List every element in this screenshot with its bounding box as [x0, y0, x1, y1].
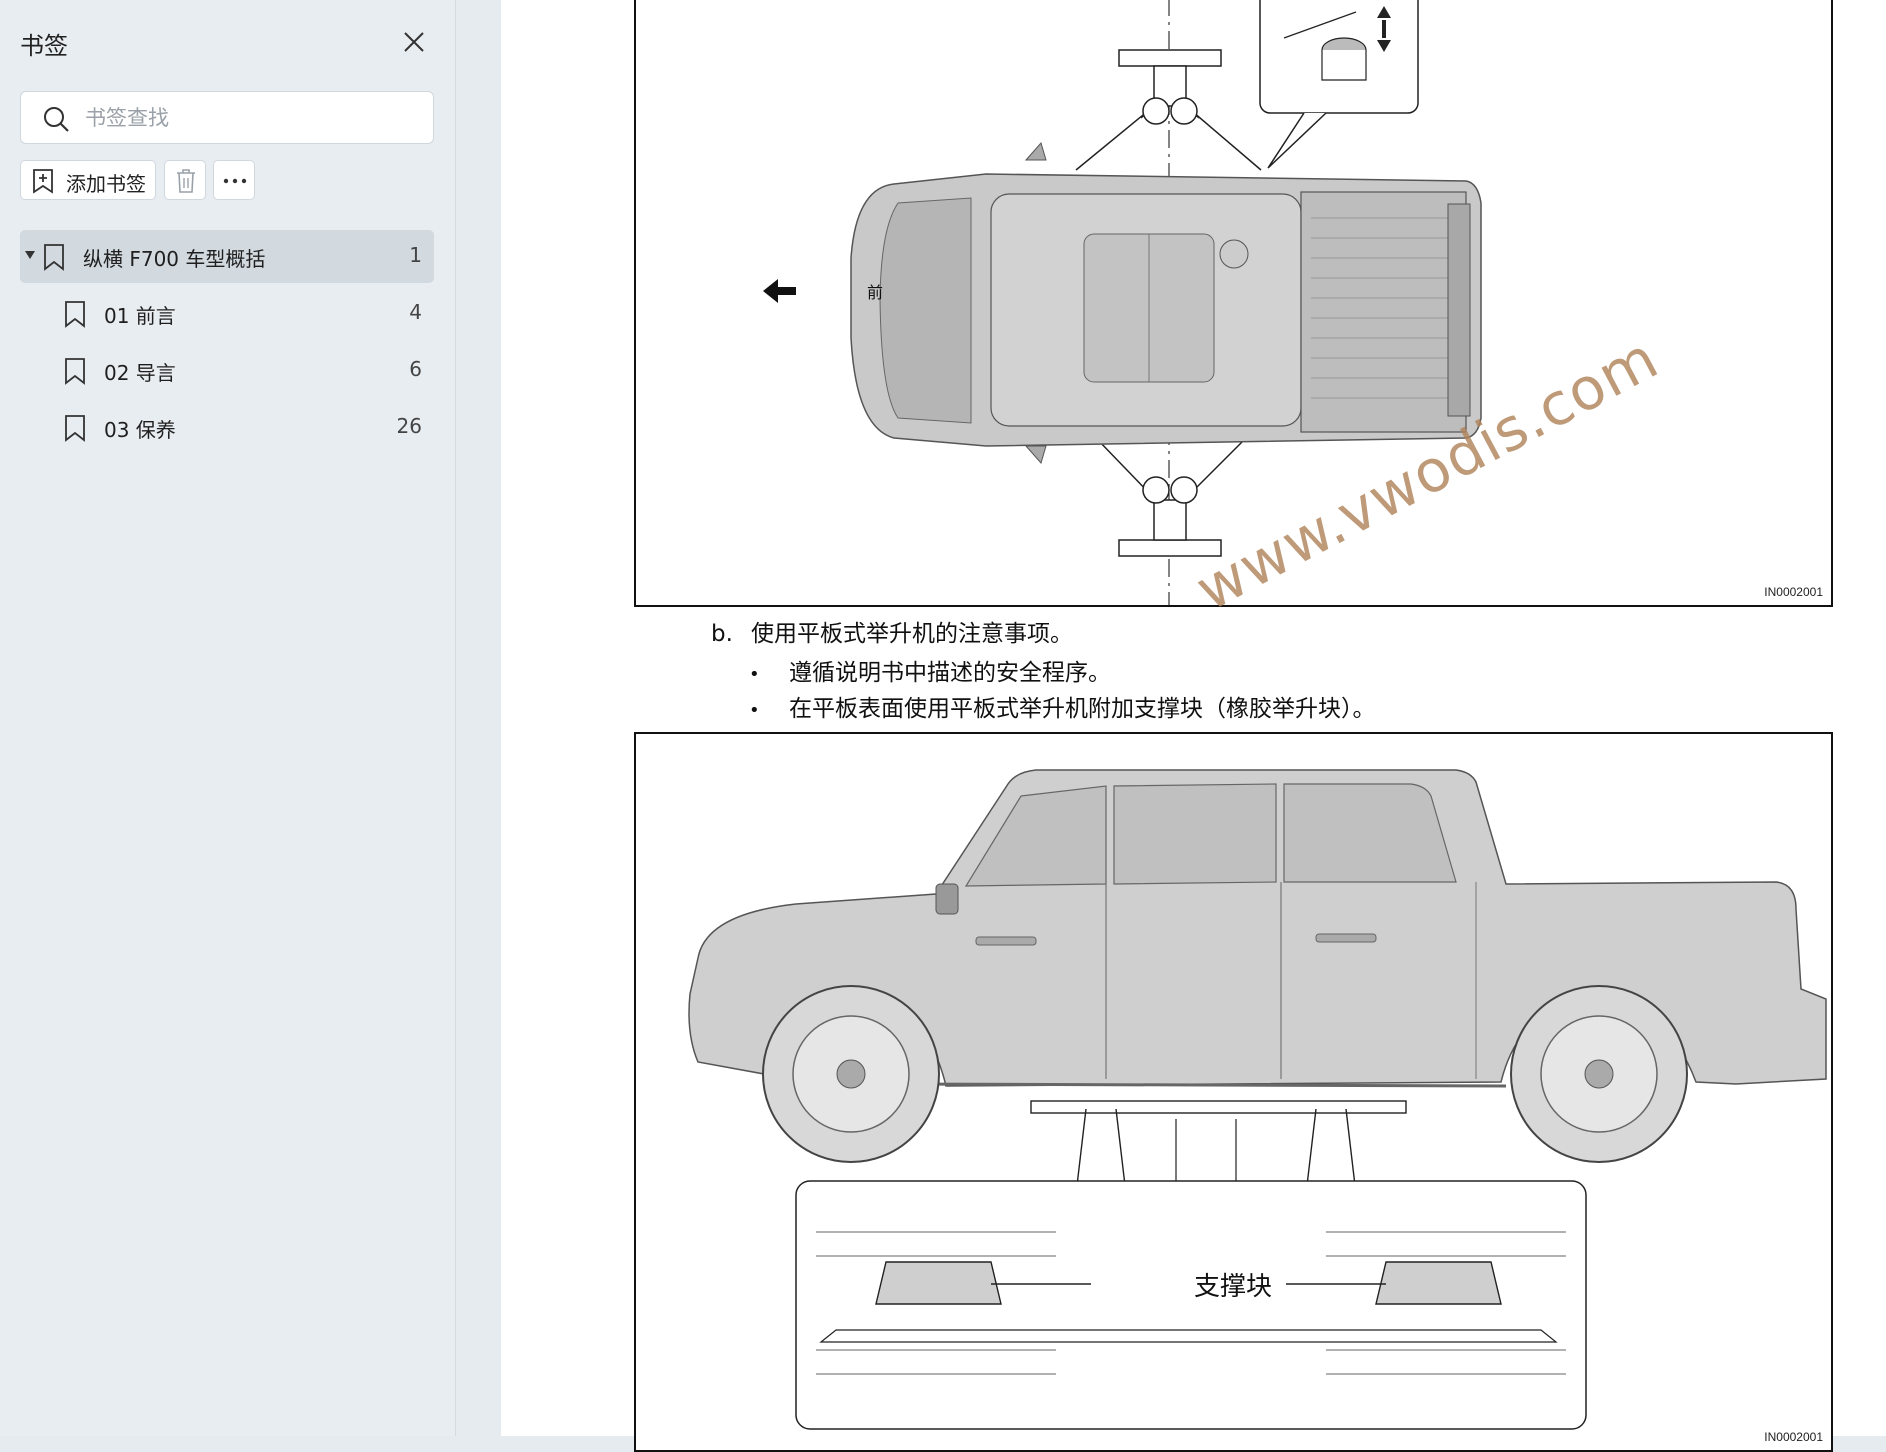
bookmark-item-overview[interactable]: 纵横 F700 车型概括 1 — [20, 230, 434, 283]
bookmark-label: 02 导言 — [104, 361, 176, 385]
bullet-text: 遵循说明书中描述的安全程序。 — [789, 660, 1111, 686]
bookmark-label: 纵横 F700 车型概括 — [83, 247, 266, 271]
more-options-button[interactable] — [213, 160, 255, 200]
bookmark-label: 03 保养 — [104, 418, 176, 442]
bookmark-panel-title: 书签 — [20, 32, 68, 60]
vehicle-side-view-illustration — [688, 769, 1827, 1430]
bookmark-label: 01 前言 — [104, 304, 176, 328]
add-bookmark-icon — [33, 169, 53, 194]
add-bookmark-button[interactable]: 添加书签 — [20, 160, 156, 200]
bookmark-page: 26 — [396, 414, 422, 438]
bookmark-search-box[interactable] — [20, 91, 434, 144]
bullet-dot: • — [749, 664, 760, 685]
figure-id: IN0002001 — [1764, 1430, 1823, 1444]
expand-arrow-icon[interactable] — [24, 249, 36, 261]
close-icon[interactable] — [396, 24, 432, 60]
bookmark-item-introduction[interactable]: 02 导言 6 — [20, 344, 434, 397]
support-block-label: 支撑块 — [1194, 1272, 1273, 1302]
vehicle-top-view-illustration — [763, 0, 1482, 605]
bookmark-list: 纵横 F700 车型概括 1 01 前言 4 02 导言 6 03 保养 26 — [20, 230, 434, 458]
section-b-heading: b. 使用平板式举升机的注意事项。 — [711, 614, 1073, 648]
bookmark-page: 4 — [409, 300, 422, 324]
bookmark-panel: 书签 添加书签 纵横 F700 车型概括 1 01 前言 4 02 导言 — [0, 0, 456, 1436]
bullet-item: • 在平板表面使用平板式举升机附加支撑块（橡胶举升块）。 — [749, 689, 1376, 723]
bookmark-icon — [65, 358, 85, 385]
bookmark-page: 1 — [409, 243, 422, 267]
section-marker: b. — [711, 621, 733, 647]
document-page: 前 IN0002001 b. 使用平板式举升机的注意事项。 • 遵循说明书中描述的安… — [501, 0, 1886, 1452]
bookmark-icon — [65, 301, 85, 328]
bullet-item: • 遵循说明书中描述的安全程序。 — [749, 653, 1111, 687]
bookmark-icon — [65, 415, 85, 442]
bookmark-item-preface[interactable]: 01 前言 4 — [20, 287, 434, 340]
front-direction-label: 前 — [867, 283, 884, 302]
front-arrow-icon — [763, 279, 796, 303]
add-bookmark-label: 添加书签 — [66, 172, 146, 196]
bullet-dot: • — [749, 700, 760, 721]
bookmark-search-input[interactable] — [85, 100, 415, 136]
search-icon — [44, 107, 69, 132]
section-heading-text: 使用平板式举升机的注意事项。 — [751, 621, 1073, 647]
platform-lift-side-view-figure: 支撑块 IN0002001 — [634, 732, 1833, 1452]
more-icon — [223, 178, 247, 184]
figure-id: IN0002001 — [1764, 585, 1823, 599]
bookmark-page: 6 — [409, 357, 422, 381]
bookmark-item-maintenance[interactable]: 03 保养 26 — [20, 401, 434, 454]
trash-icon — [177, 169, 195, 193]
bullet-text: 在平板表面使用平板式举升机附加支撑块（橡胶举升块）。 — [789, 696, 1376, 722]
document-viewer[interactable]: 前 IN0002001 b. 使用平板式举升机的注意事项。 • 遵循说明书中描述的安… — [457, 0, 1886, 1452]
bookmark-panel-header: 书签 — [0, 0, 456, 84]
lift-top-view-figure: 前 IN0002001 — [634, 0, 1833, 607]
delete-bookmark-button[interactable] — [164, 160, 206, 200]
bookmark-icon — [44, 244, 64, 271]
